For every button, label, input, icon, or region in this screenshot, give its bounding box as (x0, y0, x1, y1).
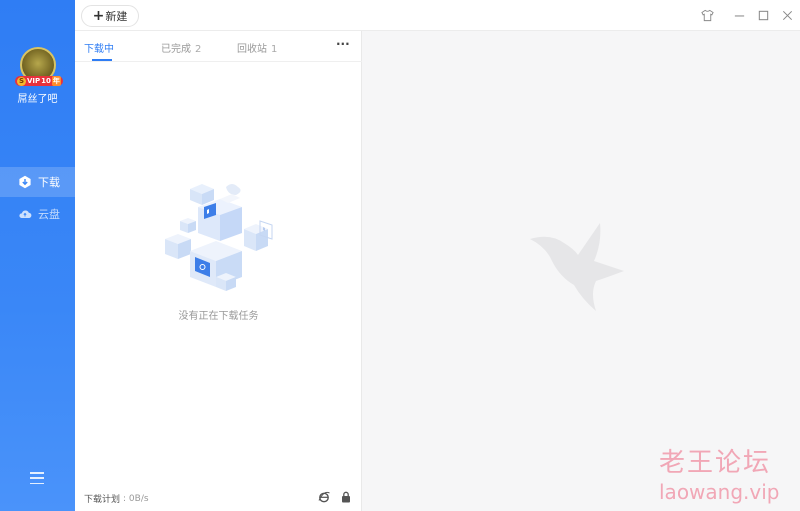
close-icon[interactable] (780, 8, 794, 22)
cloud-icon (19, 210, 32, 218)
watermark-en: laowang.vip (659, 480, 780, 504)
download-hex-icon (19, 175, 31, 189)
hamburger-menu-icon[interactable] (30, 472, 44, 484)
status-footer: 下载计划 : 0B/s (75, 486, 362, 511)
more-options-button[interactable]: ··· (336, 37, 350, 51)
new-task-label: 新建 (105, 10, 128, 23)
vip-coin-icon: S (17, 76, 26, 86)
sidebar-item-cloud[interactable]: 云盘 (0, 199, 75, 229)
footer-icons (318, 491, 352, 503)
download-speed-value: 0B/s (128, 493, 149, 504)
tab-count: 2 (195, 44, 202, 55)
sidebar-item-download[interactable]: 下载 (0, 167, 75, 197)
vip-year-suffix: 年 (51, 76, 61, 86)
vip-years: 10 (41, 77, 51, 85)
plus-icon: + (92, 8, 105, 24)
task-tabs: 下载中 已完成 2 回收站 1 ··· (75, 31, 362, 62)
username[interactable]: 屌丝了吧 (0, 90, 75, 105)
tab-label: 回收站 (237, 44, 267, 55)
top-toolbar: + 新建 (75, 0, 800, 31)
watermark-cn: 老王论坛 (659, 448, 772, 478)
download-speed: : 0B/s (123, 493, 149, 504)
sidebar-item-label: 下载 (38, 176, 60, 189)
tab-completed[interactable]: 已完成 2 (161, 40, 201, 55)
tab-label: 下载中 (84, 44, 114, 55)
task-list-panel: 下载中 已完成 2 回收站 1 ··· 没有正在下载任务 下载计划: 0B/s (75, 31, 362, 511)
hummingbird-logo-icon (530, 223, 624, 311)
tab-downloading[interactable]: 下载中 (84, 40, 114, 55)
vip-badge[interactable]: S VIP 10 年 (15, 76, 63, 86)
task-detail-area: 老王论坛 laowang.vip (362, 31, 800, 511)
empty-state-message: 没有正在下载任务 (178, 311, 259, 322)
vip-level: VIP (27, 77, 41, 85)
minimize-icon[interactable] (732, 8, 746, 22)
tab-label: 已完成 (161, 44, 191, 55)
maximize-icon[interactable] (756, 8, 770, 22)
new-task-button[interactable]: + 新建 (81, 5, 139, 27)
skin-icon[interactable] (700, 8, 714, 22)
tab-recycle-bin[interactable]: 回收站 1 (237, 40, 277, 55)
window-controls (700, 8, 794, 22)
active-tab-indicator (92, 59, 112, 61)
sidebar: S VIP 10 年 屌丝了吧 下载 云盘 (0, 0, 75, 511)
sidebar-item-label: 云盘 (38, 208, 60, 221)
download-plan-link[interactable]: 下载计划 (84, 492, 120, 505)
ie-browser-icon[interactable] (318, 491, 330, 503)
lock-icon[interactable] (340, 491, 352, 503)
empty-boxes-illustration (165, 184, 273, 291)
tab-count: 1 (271, 44, 278, 55)
